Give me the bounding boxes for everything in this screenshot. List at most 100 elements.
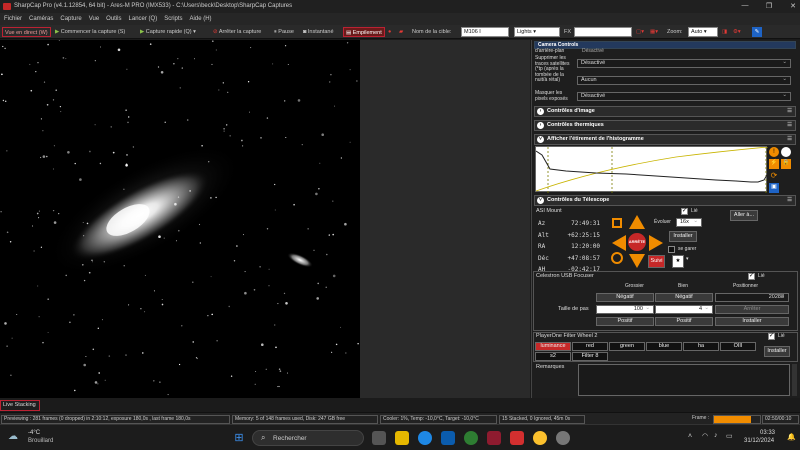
filter-oiii-button[interactable]: OIII	[720, 342, 756, 351]
histogram-header[interactable]: ˅ Afficher l'étirement de l'histogramme ☰	[534, 134, 796, 145]
pause-button[interactable]: ⏸ Pause	[274, 27, 294, 37]
coarse-step-input[interactable]: 100	[596, 305, 654, 314]
sharpcap-icon[interactable]	[510, 431, 524, 445]
live-view-button[interactable]: Vue en direct (W)	[2, 27, 51, 37]
filter-red-button[interactable]: red	[572, 342, 608, 351]
stop-mount-button[interactable]: ARRÊTE	[628, 233, 646, 251]
menu-view[interactable]: Vue	[89, 16, 99, 22]
menu-icon[interactable]: ☰	[787, 107, 792, 116]
volume-icon[interactable]: ♪	[714, 432, 718, 439]
minimize-icon[interactable]: —	[738, 2, 752, 9]
store-icon[interactable]	[441, 431, 455, 445]
refresh-icon[interactable]: ⟳	[769, 171, 779, 181]
settings-icon[interactable]: ⚙▾	[733, 27, 741, 37]
notes-textarea[interactable]	[578, 364, 790, 396]
west-arrow-icon[interactable]	[612, 235, 626, 251]
snapshot-button[interactable]: ◙ Instantané	[303, 27, 334, 37]
menu-icon[interactable]: ☰	[787, 135, 792, 144]
fine-step-input[interactable]: 4	[655, 305, 713, 314]
telescope-header[interactable]: ˅ Contrôles du Télescope ☰	[534, 195, 796, 206]
mount-install-button[interactable]: Installer	[669, 231, 697, 242]
menu-scripts[interactable]: Scripts	[164, 16, 182, 22]
east-arrow-icon[interactable]	[649, 235, 663, 251]
grid-icon[interactable]: ▦▾	[650, 27, 658, 37]
star-dropdown-icon[interactable]: ▾	[686, 256, 689, 263]
center-icon[interactable]	[611, 252, 623, 264]
filter-s2-button[interactable]: s2	[535, 352, 571, 361]
park-checkbox[interactable]	[668, 246, 675, 253]
clock-date[interactable]: 31/12/2024	[744, 438, 774, 444]
focuser-install-button[interactable]: Installer	[715, 317, 789, 326]
app-gray-icon[interactable]	[556, 431, 570, 445]
filter-ha-button[interactable]: ha	[683, 342, 719, 351]
zoom-select[interactable]: Auto ▾	[688, 27, 718, 37]
star-icon[interactable]: ★	[672, 255, 684, 268]
contrast-icon[interactable]	[781, 147, 791, 157]
tracking-button[interactable]: Suivi	[648, 255, 665, 268]
pen-icon[interactable]: ✎	[752, 27, 762, 37]
maximize-icon[interactable]: ❐	[762, 2, 776, 10]
mask-pixels-select[interactable]: Désactivé	[577, 92, 791, 101]
filter-luminance-button[interactable]: luminance	[535, 342, 571, 351]
auto-stretch-icon[interactable]: ⚡	[769, 159, 779, 169]
menu-capture[interactable]: Capture	[60, 16, 81, 22]
thermal-controls-header[interactable]: › Contrôles thermiques ☰	[534, 120, 796, 131]
menu-icon[interactable]: ☰	[787, 196, 792, 205]
stop-capture-button[interactable]: ⊘ Arrêter la capture	[213, 27, 261, 37]
app-photo-icon[interactable]	[487, 431, 501, 445]
mount-linked-checkbox[interactable]: ✓	[681, 208, 688, 215]
chrome-icon[interactable]	[533, 431, 547, 445]
histogram-chart[interactable]	[535, 146, 769, 193]
record-icon[interactable]: ●	[388, 27, 391, 37]
focuser-linked-checkbox[interactable]: ✓	[748, 273, 755, 280]
north-arrow-icon[interactable]	[629, 215, 645, 229]
filter-green-button[interactable]: green	[609, 342, 645, 351]
fine-positive-button[interactable]: Positif	[655, 317, 713, 326]
satellite-trails-select[interactable]: Désactivé	[577, 59, 791, 68]
save-icon[interactable]: ▣	[769, 183, 779, 193]
quick-capture-button[interactable]: ▶ Capture rapide (Q) ▾	[140, 27, 196, 37]
coarse-negative-button[interactable]: Négatif	[596, 293, 654, 302]
image-controls-header[interactable]: › Contrôles d'image ☰	[534, 106, 796, 117]
goto-button[interactable]: Aller à...	[730, 210, 758, 221]
target-name-input[interactable]: M106 I	[461, 27, 509, 37]
image-viewport[interactable]	[0, 40, 530, 398]
panel-scrollbar[interactable]	[792, 364, 797, 396]
edge-icon[interactable]	[418, 431, 432, 445]
wifi-icon[interactable]: ◠	[702, 432, 708, 440]
notification-icon[interactable]: 🔔	[787, 433, 796, 441]
reticle-icon[interactable]: ▢▾	[636, 27, 644, 37]
search-box[interactable]: ⌕ Rechercher	[252, 430, 364, 446]
tray-chevron-icon[interactable]: ˄	[688, 433, 692, 440]
task-view-icon[interactable]	[372, 431, 386, 445]
app-green-icon[interactable]	[464, 431, 478, 445]
start-capture-button[interactable]: ▶ Commencer la capture (S)	[55, 27, 125, 37]
processing-select[interactable]: Aucun	[577, 76, 791, 85]
close-icon[interactable]: ✕	[786, 2, 800, 10]
sidebar-icon[interactable]: ◨	[722, 27, 727, 37]
menu-file[interactable]: Fichier	[4, 16, 22, 22]
south-arrow-icon[interactable]	[629, 254, 645, 268]
menu-launch[interactable]: Lancer (Q)	[129, 16, 158, 22]
menu-icon[interactable]: ☰	[787, 121, 792, 130]
slew-rate-select[interactable]: 16x	[676, 218, 702, 227]
filterwheel-linked-checkbox[interactable]: ✓	[768, 333, 775, 340]
menu-tools[interactable]: Outils	[106, 16, 121, 22]
lock-icon[interactable]: 🔒	[781, 159, 791, 169]
menu-help[interactable]: Aide (H)	[190, 16, 212, 22]
frame-type-select[interactable]: Lights ▾	[514, 27, 560, 37]
battery-icon[interactable]: ▭	[726, 432, 733, 440]
fx-select[interactable]	[574, 27, 632, 37]
filter-8-button[interactable]: Filter 8	[572, 352, 608, 361]
stacking-button[interactable]: ▤ Empilement	[343, 27, 385, 37]
windows-start-icon[interactable]: ⊞	[232, 431, 246, 445]
focuser-stop-button[interactable]: Arrêter	[715, 305, 789, 314]
reset-icon[interactable]: !	[769, 147, 779, 157]
menu-cameras[interactable]: Caméras	[29, 16, 53, 22]
fine-negative-button[interactable]: Négatif	[655, 293, 713, 302]
sync-icon[interactable]	[612, 218, 622, 228]
file-explorer-icon[interactable]	[395, 431, 409, 445]
coarse-positive-button[interactable]: Positif	[596, 317, 654, 326]
clock-time[interactable]: 03:33	[760, 430, 775, 436]
filter-blue-button[interactable]: blue	[646, 342, 682, 351]
